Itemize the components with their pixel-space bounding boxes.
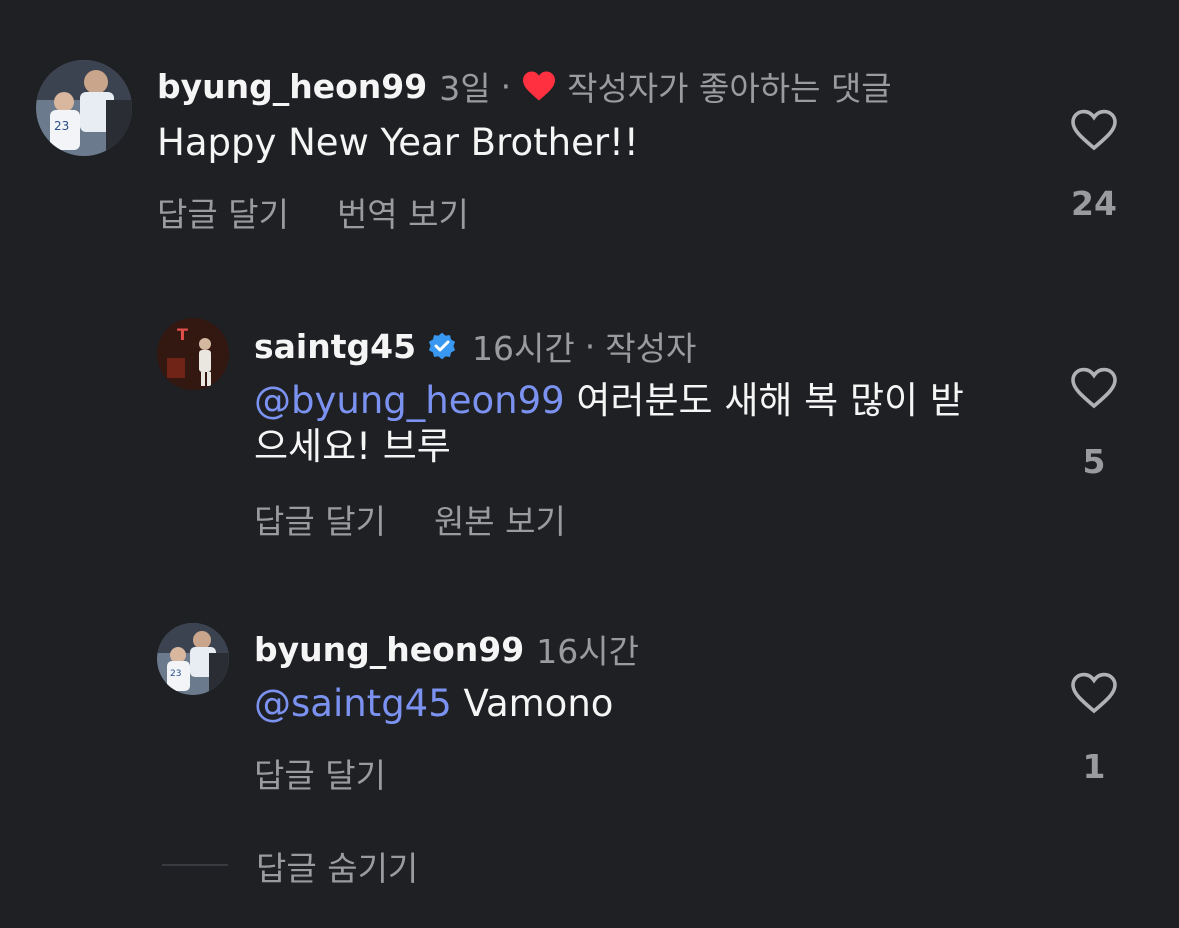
avatar[interactable]: T — [157, 318, 229, 390]
username[interactable]: byung_heon99 — [157, 67, 427, 106]
comment-actions: 답글 달기 — [254, 749, 434, 797]
reply-button[interactable]: 답글 달기 — [157, 188, 289, 236]
separator: · — [584, 326, 596, 366]
author-badge: 작성자 — [605, 329, 697, 368]
avatar[interactable]: 23 — [157, 623, 229, 695]
comment-actions: 답글 달기 번역 보기 — [157, 188, 517, 236]
see-original-button[interactable]: 원본 보기 — [434, 495, 566, 543]
like-count: 5 — [1082, 442, 1106, 481]
separator: · — [500, 66, 512, 106]
comment-text: @byung_heon99 여러분도 새해 복 많이 받 으세요! 브루 — [254, 378, 1034, 470]
hide-replies-button[interactable]: 답글 숨기기 — [256, 842, 418, 890]
heart-filled-icon — [521, 70, 557, 102]
comment-text-body: Vamono — [451, 682, 614, 725]
creator-liked-label: 작성자가 좋아하는 댓글 — [567, 69, 892, 108]
avatar[interactable]: 23 — [36, 60, 132, 156]
svg-text:23: 23 — [54, 119, 69, 133]
heart-outline-icon[interactable] — [1070, 366, 1118, 414]
comment-actions: 답글 달기 원본 보기 — [254, 495, 614, 543]
timestamp: 3일 — [439, 69, 491, 108]
reply-button[interactable]: 답글 달기 — [254, 495, 386, 543]
see-translation-button[interactable]: 번역 보기 — [337, 188, 469, 236]
comment-meta: byung_heon99 3일 · 작성자가 좋아하는 댓글 — [157, 62, 892, 110]
comment-text: @saintg45 Vamono — [254, 681, 613, 727]
comment-meta: saintg45 16시간 · 작성자 — [254, 322, 696, 370]
mention-link[interactable]: @byung_heon99 — [254, 379, 565, 422]
divider — [162, 864, 228, 866]
comment-meta: byung_heon99 16시간 — [254, 625, 639, 673]
heart-outline-icon[interactable] — [1070, 108, 1118, 156]
username[interactable]: byung_heon99 — [254, 630, 524, 669]
verified-badge-icon — [426, 330, 458, 362]
reply-button[interactable]: 답글 달기 — [254, 749, 386, 797]
svg-text:23: 23 — [170, 669, 181, 679]
svg-text:T: T — [177, 325, 188, 344]
mention-link[interactable]: @saintg45 — [254, 682, 452, 725]
like-count: 1 — [1082, 747, 1106, 786]
comment-text-line1: 여러분도 새해 복 많이 받 — [564, 379, 964, 422]
heart-outline-icon[interactable] — [1070, 671, 1118, 719]
comment-text: Happy New Year Brother!! — [157, 121, 639, 164]
timestamp: 16시간 — [536, 632, 639, 671]
comment-text-line2: 으세요! 브루 — [254, 425, 451, 468]
like-count: 24 — [1071, 184, 1117, 223]
timestamp: 16시간 — [472, 329, 575, 368]
username[interactable]: saintg45 — [254, 327, 416, 366]
